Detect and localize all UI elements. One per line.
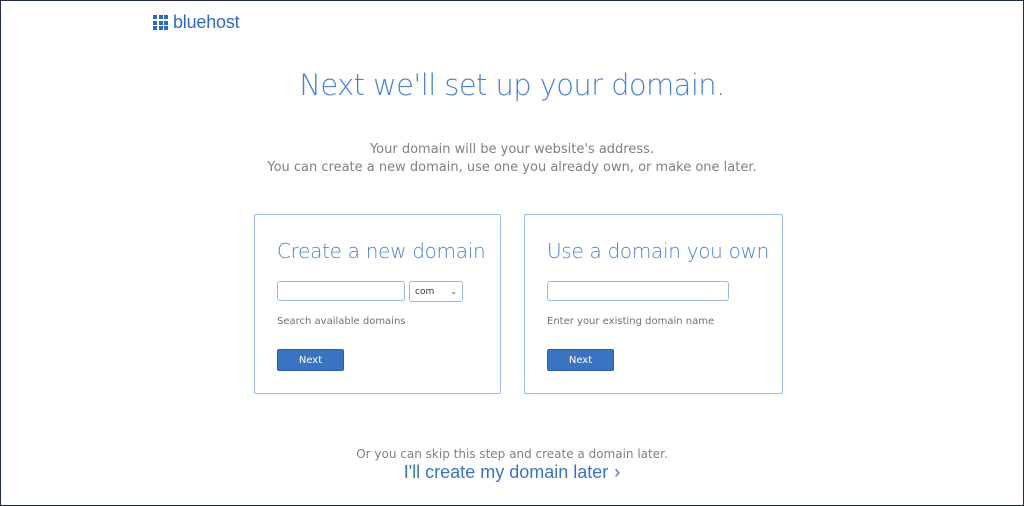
subtitle-line-1: Your domain will be your website's addre… — [369, 142, 655, 157]
create-domain-title: Create a new domain — [277, 239, 486, 263]
create-domain-card: Create a new domain com ⌄ Search availab… — [254, 214, 501, 394]
page-title: Next we'll set up your domain. — [299, 68, 725, 102]
tld-selected-value: com — [415, 286, 435, 297]
own-domain-card: Use a domain you own Enter your existing… — [524, 214, 783, 394]
later-link-label: I'll create my domain later — [403, 462, 609, 482]
bluehost-logo[interactable]: bluehost — [153, 12, 240, 33]
create-domain-later-link[interactable]: I'll create my domain later › — [0, 462, 1024, 483]
existing-domain-input[interactable] — [547, 281, 729, 301]
chevron-right-icon: › — [614, 462, 621, 482]
logo-text: bluehost — [173, 12, 240, 32]
own-domain-title: Use a domain you own — [547, 239, 769, 263]
tld-select[interactable]: com ⌄ — [409, 281, 463, 302]
own-domain-helper: Enter your existing domain name — [547, 316, 715, 327]
subtitle-line-2: You can create a new domain, use one you… — [267, 160, 757, 175]
chevron-down-icon: ⌄ — [450, 287, 457, 296]
new-domain-input[interactable] — [277, 281, 405, 301]
create-domain-next-button[interactable]: Next — [277, 349, 344, 371]
create-domain-helper: Search available domains — [277, 316, 406, 327]
skip-text: Or you can skip this step and create a d… — [356, 447, 668, 461]
own-domain-next-button[interactable]: Next — [547, 349, 614, 371]
grid-logo-icon — [153, 15, 168, 30]
